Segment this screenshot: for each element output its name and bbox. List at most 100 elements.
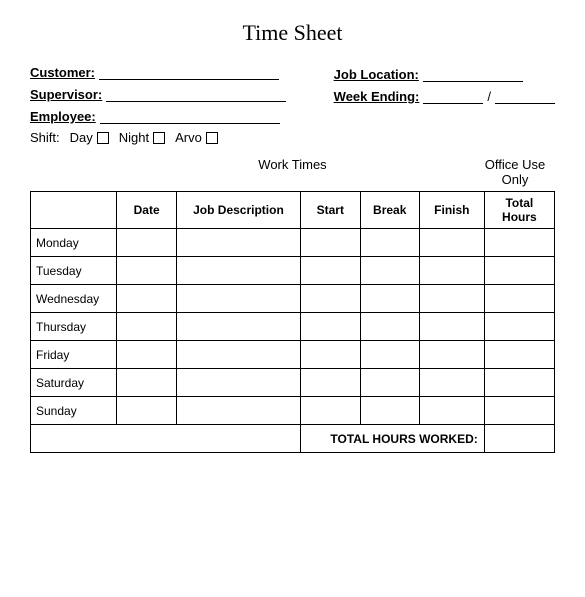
day-label: Sunday [31,397,117,425]
customer-input-line [99,64,279,80]
data-cell[interactable] [301,285,360,313]
table-header-row: Date Job Description Start Break Finish … [31,192,555,229]
data-cell[interactable] [484,397,554,425]
data-cell[interactable] [117,229,176,257]
data-cell[interactable] [117,341,176,369]
header-finish: Finish [419,192,484,229]
timesheet-table: Date Job Description Start Break Finish … [30,191,555,453]
section-headers: Work Times Office Use Only [30,155,555,189]
shift-arvo-label: Arvo [175,130,202,145]
data-cell[interactable] [360,285,419,313]
day-label: Monday [31,229,117,257]
job-location-field: Job Location: [334,66,555,82]
header-day [31,192,117,229]
table-row: Thursday [31,313,555,341]
customer-field: Customer: [30,64,286,80]
data-cell[interactable] [419,397,484,425]
job-location-input-line [423,66,523,82]
data-cell[interactable] [419,257,484,285]
week-ending-field: Week Ending: / [334,88,555,104]
data-cell[interactable] [176,285,300,313]
data-cell[interactable] [176,341,300,369]
total-hours-label: TOTAL HOURS WORKED: [301,425,485,453]
supervisor-label: Supervisor: [30,87,102,102]
data-cell[interactable] [117,257,176,285]
work-times-label: Work Times [30,157,475,187]
date-slash: / [487,89,491,104]
header-start: Start [301,192,360,229]
data-cell[interactable] [360,257,419,285]
data-cell[interactable] [484,313,554,341]
shift-day-label: Day [70,130,93,145]
total-label-cell [31,425,301,453]
table-row: Monday [31,229,555,257]
week-ending-label: Week Ending: [334,89,420,104]
page-title: Time Sheet [30,20,555,46]
shift-label: Shift: [30,130,60,145]
data-cell[interactable] [484,257,554,285]
table-row: Saturday [31,369,555,397]
employee-field: Employee: [30,108,286,124]
day-label: Saturday [31,369,117,397]
data-cell[interactable] [301,257,360,285]
data-cell[interactable] [176,257,300,285]
job-location-label: Job Location: [334,67,419,82]
data-cell[interactable] [419,285,484,313]
data-cell[interactable] [301,369,360,397]
table-row: Friday [31,341,555,369]
shift-arvo-checkbox[interactable] [206,132,218,144]
office-use-label: Office Use Only [475,157,555,187]
data-cell[interactable] [176,229,300,257]
day-label: Tuesday [31,257,117,285]
shift-day-checkbox[interactable] [97,132,109,144]
data-cell[interactable] [419,369,484,397]
total-hours-value[interactable] [484,425,554,453]
data-cell[interactable] [117,285,176,313]
supervisor-field: Supervisor: [30,86,286,102]
data-cell[interactable] [419,313,484,341]
data-cell[interactable] [360,313,419,341]
data-cell[interactable] [301,313,360,341]
day-label: Friday [31,341,117,369]
employee-input-line [100,108,280,124]
table-row: Tuesday [31,257,555,285]
table-row: Sunday [31,397,555,425]
table-row: Wednesday [31,285,555,313]
data-cell[interactable] [301,341,360,369]
data-cell[interactable] [176,397,300,425]
day-label: Wednesday [31,285,117,313]
shift-day-option[interactable]: Day [70,130,109,145]
week-ending-date2-line [495,88,555,104]
data-cell[interactable] [484,229,554,257]
shift-night-option[interactable]: Night [119,130,165,145]
data-cell[interactable] [360,229,419,257]
customer-label: Customer: [30,65,95,80]
data-cell[interactable] [419,229,484,257]
header-date: Date [117,192,176,229]
supervisor-input-line [106,86,286,102]
shift-night-label: Night [119,130,149,145]
employee-label: Employee: [30,109,96,124]
header-description: Job Description [176,192,300,229]
data-cell[interactable] [117,313,176,341]
data-cell[interactable] [176,313,300,341]
data-cell[interactable] [360,341,419,369]
data-cell[interactable] [117,369,176,397]
data-cell[interactable] [484,369,554,397]
day-label: Thursday [31,313,117,341]
shift-arvo-option[interactable]: Arvo [175,130,218,145]
data-cell[interactable] [484,285,554,313]
data-cell[interactable] [176,369,300,397]
header-break: Break [360,192,419,229]
data-cell[interactable] [360,369,419,397]
data-cell[interactable] [484,341,554,369]
data-cell[interactable] [301,397,360,425]
shift-night-checkbox[interactable] [153,132,165,144]
week-ending-date1-line [423,88,483,104]
data-cell[interactable] [117,397,176,425]
header-total-hours: TotalHours [484,192,554,229]
data-cell[interactable] [419,341,484,369]
data-cell[interactable] [360,397,419,425]
shift-row: Shift: Day Night Arvo [30,130,555,145]
data-cell[interactable] [301,229,360,257]
